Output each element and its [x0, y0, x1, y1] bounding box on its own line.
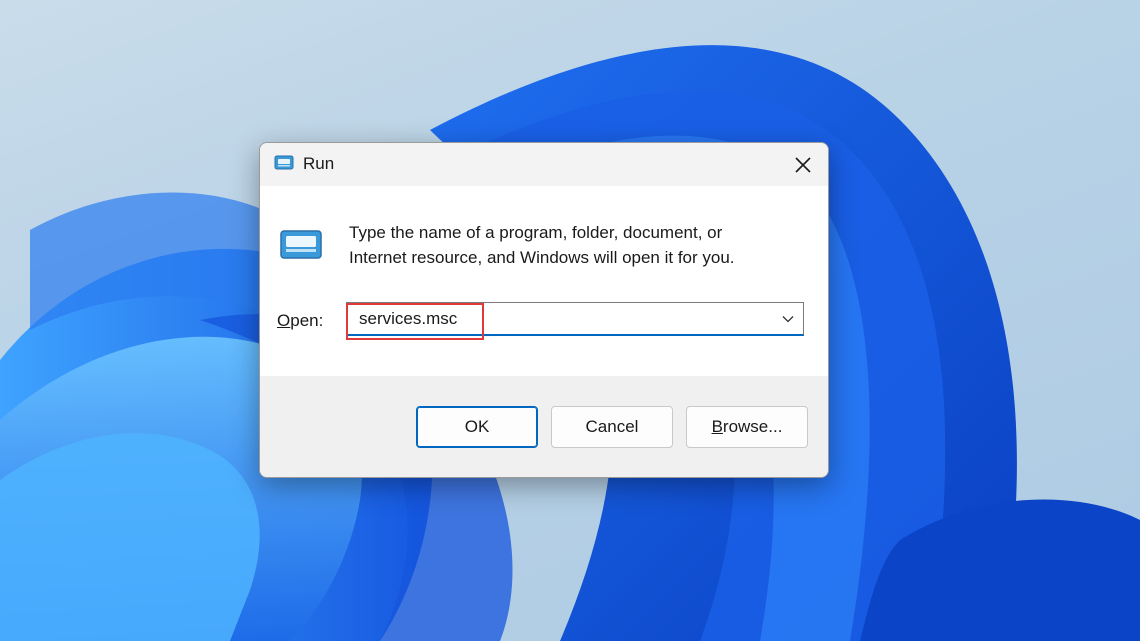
- open-input[interactable]: [347, 303, 767, 335]
- cancel-button[interactable]: Cancel: [551, 406, 673, 448]
- browse-accesskey: B: [711, 417, 723, 436]
- open-label-accesskey: O: [277, 311, 291, 330]
- dialog-description: Type the name of a program, folder, docu…: [349, 220, 809, 270]
- run-dialog: Run Type the name of a program, folder, …: [259, 142, 829, 478]
- cancel-button-label: Cancel: [585, 417, 639, 436]
- dialog-footer: OK Cancel Browse...: [260, 376, 828, 477]
- dialog-title: Run: [303, 154, 335, 173]
- browse-button-label: rowse...: [722, 417, 783, 436]
- dropdown-button[interactable]: [779, 310, 797, 328]
- dialog-content: Type the name of a program, folder, docu…: [260, 186, 828, 376]
- run-app-icon: [274, 154, 294, 172]
- close-button[interactable]: [778, 143, 828, 186]
- title-bar[interactable]: Run: [260, 143, 828, 186]
- description-line-1: Type the name of a program, folder, docu…: [349, 223, 723, 242]
- open-label-text: pen:: [290, 311, 324, 330]
- open-label: Open:: [277, 311, 323, 331]
- description-line-2: Internet resource, and Windows will open…: [349, 248, 735, 267]
- ok-button[interactable]: OK: [416, 406, 538, 448]
- chevron-down-icon: [782, 316, 794, 323]
- run-program-icon: [280, 230, 322, 260]
- open-combobox[interactable]: [346, 302, 804, 336]
- ok-button-label: OK: [464, 417, 490, 436]
- browse-button[interactable]: Browse...: [686, 406, 808, 448]
- close-icon: [795, 156, 811, 173]
